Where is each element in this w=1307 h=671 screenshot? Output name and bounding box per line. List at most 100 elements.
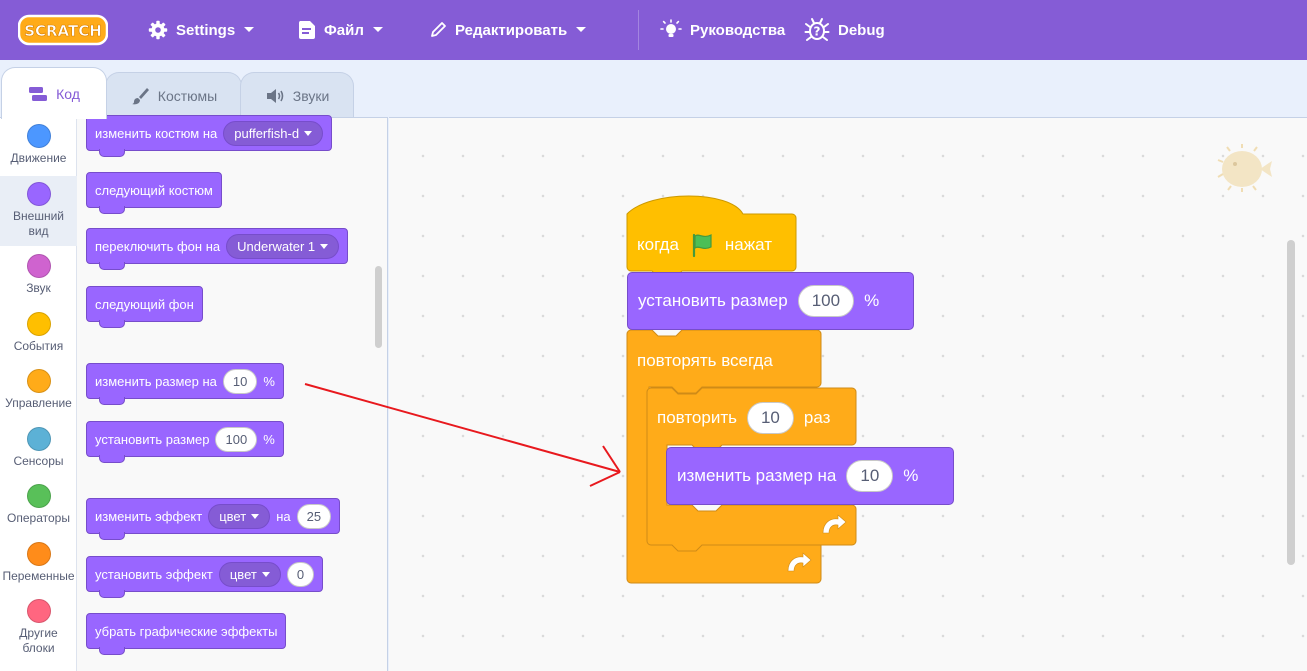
block-next-backdrop[interactable]: следующий фон: [86, 286, 203, 328]
block-label: на: [276, 508, 291, 524]
menu-divider: [638, 10, 639, 50]
file-icon: [298, 21, 315, 39]
category-motion[interactable]: Движение: [0, 124, 77, 166]
set-size-block[interactable]: установить размер 100 %: [627, 272, 914, 330]
effect-change-input[interactable]: 25: [296, 503, 332, 529]
size-change-input[interactable]: 10: [222, 368, 258, 394]
block-change-size[interactable]: изменить размер на 10 %: [86, 363, 284, 405]
caret-down-icon: [251, 513, 260, 519]
block-change-effect[interactable]: изменить эффект цвет на 25: [86, 498, 341, 540]
forever-block[interactable]: повторять всегда: [627, 342, 783, 380]
svg-text:SCRATCH: SCRATCH: [24, 22, 102, 40]
block-label: переключить фон на: [95, 238, 221, 254]
scratch-editor: SCRATCH Settings Файл Редактировать Руко…: [0, 0, 1307, 671]
my-blocks-category-icon: [26, 599, 51, 623]
brush-icon: [131, 87, 149, 104]
block-label: изменить размер на: [95, 373, 217, 389]
category-sensing[interactable]: Сенсоры: [0, 427, 77, 469]
block-label: установить эффект: [95, 566, 213, 582]
variables-category-icon: [26, 542, 51, 566]
events-category-icon: [26, 312, 51, 336]
repeat-count-input[interactable]: 10: [746, 402, 794, 434]
block-switch-backdrop[interactable]: переключить фон на Underwater 1: [86, 228, 349, 270]
change-size-input[interactable]: 10: [846, 460, 894, 492]
green-flag-icon: [692, 233, 712, 258]
tutorials-label: Руководства: [690, 21, 786, 39]
category-control[interactable]: Управление: [0, 369, 77, 411]
file-label: Файл: [324, 21, 364, 39]
size-set-input[interactable]: 100: [215, 426, 258, 452]
block-label: изменить костюм на: [95, 125, 218, 141]
category-variables[interactable]: Переменные: [0, 542, 77, 584]
when-flag-clicked-block[interactable]: когда нажат: [627, 226, 782, 264]
category-operators[interactable]: Операторы: [0, 484, 77, 526]
repeat-block[interactable]: повторить 10 раз: [647, 396, 840, 440]
motion-category-icon: [26, 124, 51, 148]
block-clear-effects[interactable]: убрать графические эффекты: [86, 613, 287, 655]
tab-sounds[interactable]: Звуки: [240, 72, 354, 118]
scratch-logo[interactable]: SCRATCH: [18, 14, 108, 46]
file-menu[interactable]: Файл: [298, 0, 384, 60]
edit-label: Редактировать: [455, 21, 568, 39]
sensing-category-icon: [26, 427, 51, 451]
caret-down-icon: [304, 130, 313, 136]
block-label: раз: [803, 408, 831, 427]
category-my-blocks[interactable]: Другие блоки: [0, 599, 77, 656]
category-label: Управление: [5, 396, 72, 410]
settings-menu[interactable]: Settings: [148, 0, 255, 60]
block-label: когда: [637, 235, 679, 254]
debug-label: Debug: [838, 21, 885, 39]
pencil-icon: [431, 22, 446, 37]
canvas-scrollbar[interactable]: [1287, 240, 1295, 565]
caret-down-icon: [261, 571, 270, 577]
category-label: Движение: [10, 151, 67, 165]
caret-down-icon: [320, 243, 329, 249]
lightbulb-icon: [660, 19, 682, 37]
block-next-costume[interactable]: следующий костюм: [86, 172, 222, 214]
set-size-input[interactable]: 100: [797, 285, 855, 317]
block-label: установить размер: [638, 291, 788, 310]
bug-icon: ?: [804, 18, 830, 41]
category-label: Другие блоки: [19, 626, 58, 655]
block-label: изменить эффект: [95, 508, 203, 524]
svg-text:?: ?: [814, 25, 821, 39]
tab-costumes-label: Костюмы: [157, 87, 218, 104]
tab-code[interactable]: Код: [1, 67, 107, 119]
settings-label: Settings: [176, 21, 236, 39]
edit-menu[interactable]: Редактировать: [429, 0, 587, 60]
pufferfish-sprite-icon: [1217, 144, 1272, 192]
operators-category-icon: [26, 484, 51, 508]
category-sound[interactable]: Звук: [0, 254, 77, 296]
tab-costumes[interactable]: Костюмы: [105, 72, 242, 118]
category-label: События: [13, 339, 64, 353]
backdrop-dropdown[interactable]: Underwater 1: [226, 233, 340, 259]
effect-set-input[interactable]: 0: [286, 561, 315, 587]
debug-button[interactable]: ? Debug: [804, 0, 885, 60]
category-menu: Движение Внешний вид Звук События Управл…: [0, 117, 77, 671]
chevron-down-icon: [244, 27, 255, 32]
category-label: Звук: [26, 281, 51, 295]
block-label: повторить: [657, 408, 737, 427]
block-label: нажат: [724, 235, 772, 254]
speaker-icon: [266, 88, 284, 103]
tab-code-label: Код: [56, 85, 80, 102]
percent-label: %: [263, 431, 275, 447]
block-label: следующий костюм: [95, 182, 213, 198]
category-label: Операторы: [7, 511, 70, 525]
costume-dropdown[interactable]: pufferfish-d: [223, 120, 324, 146]
effect-dropdown[interactable]: цвет: [218, 561, 281, 587]
effect-dropdown[interactable]: цвет: [208, 503, 271, 529]
category-events[interactable]: События: [0, 312, 77, 354]
chevron-down-icon: [576, 27, 587, 32]
block-switch-costume[interactable]: изменить костюм на pufferfish-d: [86, 115, 333, 157]
gear-icon: [148, 20, 168, 40]
block-set-effect[interactable]: установить эффект цвет 0: [86, 556, 324, 598]
block-label: убрать графические эффекты: [95, 623, 278, 639]
category-looks[interactable]: Внешний вид: [0, 176, 77, 246]
palette-scrollbar[interactable]: [375, 266, 382, 348]
category-label: Переменные: [2, 569, 75, 583]
block-set-size[interactable]: установить размер 100 %: [86, 421, 284, 463]
change-size-block[interactable]: изменить размер на 10 %: [666, 447, 954, 505]
block-label: установить размер: [95, 431, 210, 447]
tutorials-button[interactable]: Руководства: [660, 0, 785, 60]
